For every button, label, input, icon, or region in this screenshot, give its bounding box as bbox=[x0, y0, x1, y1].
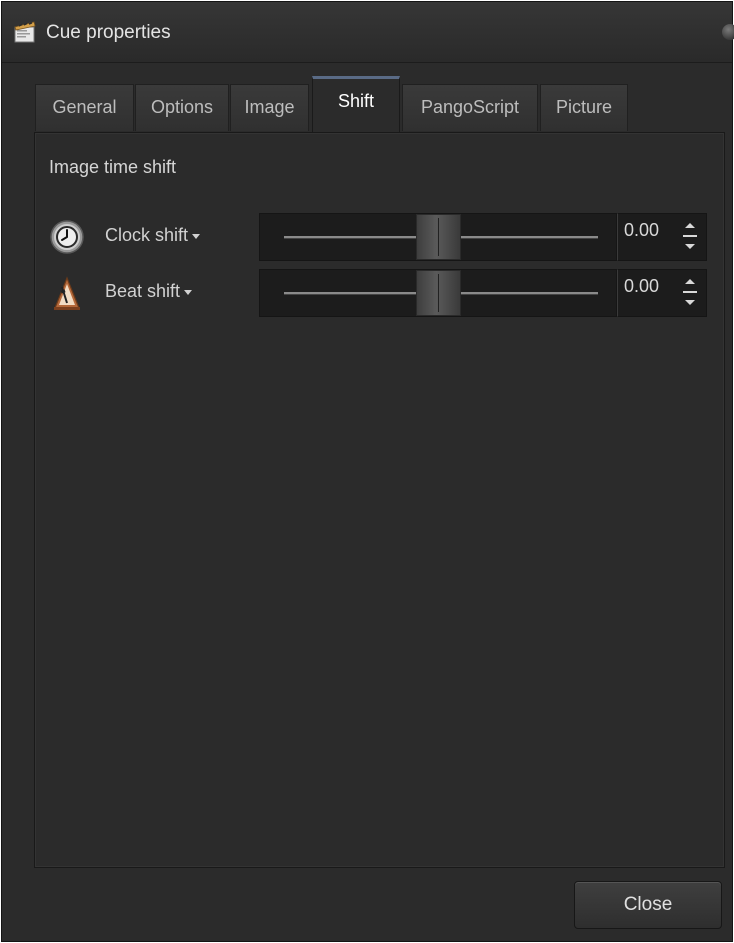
clock-shift-label: Clock shift bbox=[105, 225, 189, 245]
clock-shift-row: Clock shift 0.00 bbox=[35, 213, 724, 261]
tab-pangoscript[interactable]: PangoScript bbox=[402, 84, 538, 131]
beat-shift-dropdown[interactable]: Beat shift bbox=[105, 281, 193, 302]
clock-icon bbox=[50, 220, 84, 254]
clock-shift-dropdown[interactable]: Clock shift bbox=[105, 225, 201, 246]
beat-shift-spinbox[interactable]: 0.00 bbox=[617, 269, 707, 317]
up-down-arrows-icon[interactable] bbox=[674, 270, 706, 316]
clock-shift-slider[interactable] bbox=[259, 213, 617, 261]
tab-picture[interactable]: Picture bbox=[540, 84, 628, 131]
up-down-arrows-icon[interactable] bbox=[674, 214, 706, 260]
beat-shift-slider[interactable] bbox=[259, 269, 617, 317]
tab-image[interactable]: Image bbox=[230, 84, 309, 131]
tab-general[interactable]: General bbox=[35, 84, 134, 131]
cue-properties-icon bbox=[14, 21, 36, 43]
metronome-icon bbox=[54, 276, 80, 310]
shift-tab-panel: Image time shift Clock shift 0.00 Beat s… bbox=[34, 132, 725, 868]
clock-shift-spinbox[interactable]: 0.00 bbox=[617, 213, 707, 261]
tab-options[interactable]: Options bbox=[135, 84, 229, 131]
chevron-down-icon bbox=[192, 233, 201, 239]
section-title: Image time shift bbox=[49, 157, 177, 177]
beat-shift-label: Beat shift bbox=[105, 281, 181, 301]
beat-shift-value[interactable]: 0.00 bbox=[624, 276, 659, 297]
clock-shift-value[interactable]: 0.00 bbox=[624, 220, 659, 241]
close-button[interactable]: Close bbox=[574, 881, 722, 929]
window-title: Cue properties bbox=[46, 22, 171, 43]
cue-properties-window: Cue properties General Options Image Shi… bbox=[1, 1, 734, 942]
tab-shift[interactable]: Shift bbox=[312, 76, 400, 133]
beat-shift-slider-thumb[interactable] bbox=[416, 270, 461, 316]
beat-shift-row: Beat shift 0.00 bbox=[35, 269, 724, 317]
window-status-indicator[interactable] bbox=[722, 24, 734, 40]
chevron-down-icon bbox=[184, 289, 193, 295]
title-bar[interactable]: Cue properties bbox=[2, 2, 734, 63]
clock-shift-slider-thumb[interactable] bbox=[416, 214, 461, 260]
